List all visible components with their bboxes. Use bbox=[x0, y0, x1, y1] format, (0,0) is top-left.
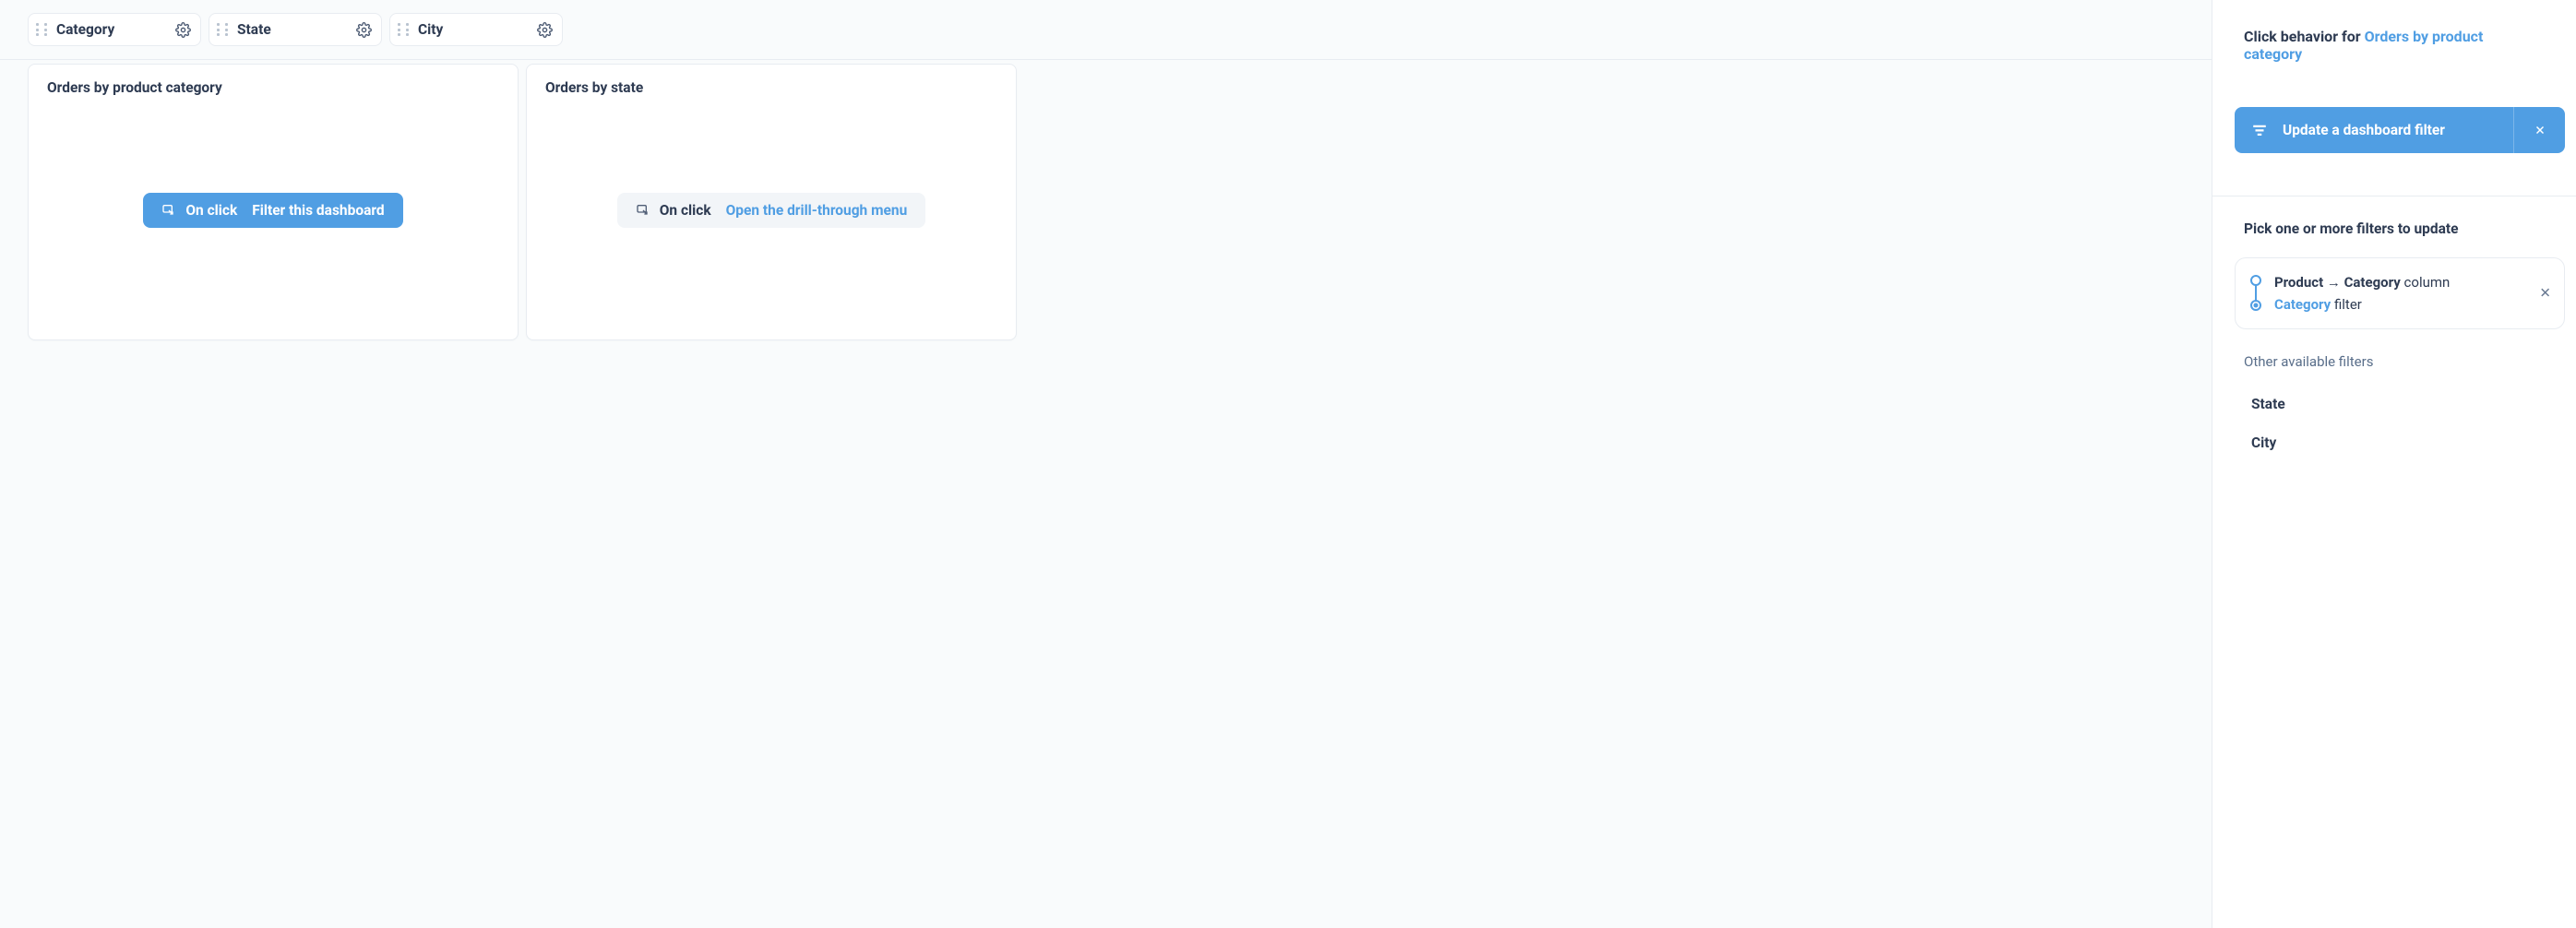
filter-chip-category[interactable]: Category bbox=[28, 13, 201, 46]
filter-chip-state[interactable]: State bbox=[209, 13, 382, 46]
available-filter-city[interactable]: City bbox=[2244, 423, 2545, 462]
filter-bar: Category State City bbox=[0, 0, 2212, 60]
click-behavior-sidebar: Click behavior for Orders by product cat… bbox=[2212, 0, 2576, 928]
on-click-action: Open the drill-through menu bbox=[726, 202, 908, 219]
filter-chip-label: State bbox=[237, 21, 347, 38]
other-filters-heading: Other available filters bbox=[2244, 353, 2545, 370]
cursor-click-icon bbox=[161, 203, 176, 218]
drag-handle-icon[interactable] bbox=[398, 23, 409, 36]
sidebar-title: Click behavior for Orders by product cat… bbox=[2244, 28, 2545, 63]
click-behavior-pill-active[interactable]: On click Filter this dashboard bbox=[143, 193, 402, 228]
filter-icon bbox=[2251, 122, 2268, 138]
close-icon[interactable] bbox=[2513, 107, 2565, 153]
pick-filters-heading: Pick one or more filters to update bbox=[2244, 220, 2545, 237]
filter-mapping-text: Product → Category column Category filte… bbox=[2274, 271, 2450, 315]
remove-mapping-icon[interactable]: ✕ bbox=[2539, 287, 2551, 301]
filter-mapping-card[interactable]: Product → Category column Category filte… bbox=[2235, 257, 2565, 329]
filter-chip-label: Category bbox=[56, 21, 166, 38]
selected-behavior-option[interactable]: Update a dashboard filter bbox=[2235, 107, 2565, 153]
filter-chip-city[interactable]: City bbox=[389, 13, 563, 46]
card-title: Orders by state bbox=[545, 79, 997, 96]
gear-icon[interactable] bbox=[537, 22, 553, 38]
on-click-action: Filter this dashboard bbox=[252, 202, 384, 219]
on-click-label: On click bbox=[185, 202, 237, 219]
gear-icon[interactable] bbox=[175, 22, 191, 38]
on-click-label: On click bbox=[660, 202, 711, 219]
column-to-filter-icon bbox=[2250, 275, 2261, 312]
dashboard-grid: Orders by product category On click Filt… bbox=[0, 60, 2212, 368]
gear-icon[interactable] bbox=[356, 22, 372, 38]
card-orders-by-state[interactable]: Orders by state On click Open the drill-… bbox=[526, 64, 1017, 340]
drag-handle-icon[interactable] bbox=[36, 23, 47, 36]
selected-behavior-label: Update a dashboard filter bbox=[2283, 122, 2445, 138]
click-behavior-pill[interactable]: On click Open the drill-through menu bbox=[617, 193, 926, 228]
filter-chip-label: City bbox=[418, 21, 528, 38]
card-orders-by-category[interactable]: Orders by product category On click Filt… bbox=[28, 64, 519, 340]
cursor-click-icon bbox=[636, 203, 650, 218]
available-filter-state[interactable]: State bbox=[2244, 385, 2545, 423]
card-title: Orders by product category bbox=[47, 79, 499, 96]
drag-handle-icon[interactable] bbox=[217, 23, 228, 36]
